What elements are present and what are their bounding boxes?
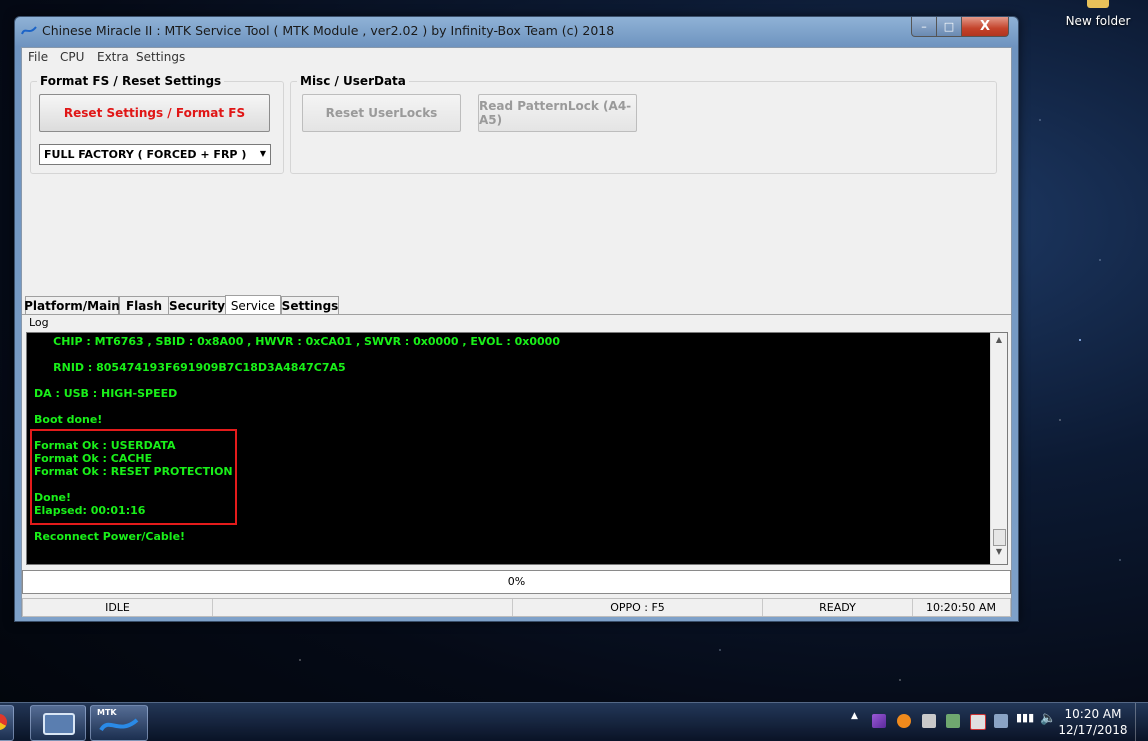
clock-date: 12/17/2018 — [1058, 723, 1128, 737]
status-empty — [213, 599, 513, 616]
maximize-button[interactable]: □ — [936, 17, 962, 37]
format-mode-value: FULL FACTORY ( FORCED + FRP ) — [44, 148, 247, 161]
log-scrollbar[interactable]: ▲ ▼ — [990, 333, 1007, 564]
log-line: CHIP : MT6763 , SBID : 0x8A00 , HWVR : 0… — [34, 335, 560, 348]
title-bar[interactable]: Chinese Miracle II : MTK Service Tool ( … — [15, 17, 1018, 47]
feather-tray-icon[interactable] — [872, 714, 886, 728]
menu-file[interactable]: File — [28, 50, 48, 64]
mtk-app-icon — [99, 718, 139, 732]
status-device: OPPO : F5 — [513, 599, 763, 616]
scroll-up-icon[interactable]: ▲ — [991, 335, 1007, 350]
scroll-down-icon[interactable]: ▼ — [991, 547, 1007, 562]
show-desktop-button[interactable] — [1135, 703, 1148, 741]
log-line: DA : USB : HIGH-SPEED — [34, 387, 178, 400]
highlight-box — [30, 429, 237, 525]
log-label: Log — [29, 316, 49, 329]
log-panel[interactable]: CHIP : MT6763 , SBID : 0x8A00 , HWVR : 0… — [26, 332, 1008, 565]
tab-security[interactable]: Security — [168, 296, 226, 314]
desktop-icon-label: New folder — [1065, 14, 1131, 28]
taskbar-clock[interactable]: 10:20 AM 12/17/2018 — [1058, 706, 1128, 738]
tab-settings[interactable]: Settings — [281, 296, 339, 314]
format-group-title: Format FS / Reset Settings — [37, 74, 225, 88]
mtk-taskbar-button[interactable]: MTK — [90, 705, 148, 741]
reset-format-button[interactable]: Reset Settings / Format FS — [39, 94, 270, 132]
close-button[interactable]: X — [961, 17, 1009, 37]
misc-group-title: Misc / UserData — [297, 74, 409, 88]
read-patternlock-button[interactable]: Read PatternLock (A4-A5) — [478, 94, 637, 132]
menu-bar: File CPU Extra Settings — [22, 48, 1011, 66]
taskbar: MTK ▲ ▮▮▮ 🔈 10:20 AM 12/17/2018 — [0, 702, 1148, 741]
status-bar: IDLE OPPO : F5 READY 10:20:50 AM — [22, 598, 1011, 617]
tools-tray-icon[interactable] — [922, 714, 936, 728]
minimize-button[interactable]: – — [911, 17, 937, 37]
tab-service[interactable]: Service — [225, 295, 281, 315]
chrome-taskbar-button[interactable] — [0, 705, 14, 741]
volume-icon[interactable]: 🔈 — [1040, 711, 1056, 726]
log-line: Boot done! — [34, 413, 103, 426]
network-signal-icon[interactable]: ▮▮▮ — [1016, 711, 1034, 724]
desktop-folder-icon[interactable]: New folder — [1060, 0, 1136, 28]
progress-label: 0% — [507, 575, 526, 588]
app-window: Chinese Miracle II : MTK Service Tool ( … — [14, 16, 1019, 622]
log-line: Reconnect Power/Cable! — [34, 530, 186, 543]
tray-expand-icon[interactable]: ▲ — [851, 711, 858, 721]
tab-platform-main[interactable]: Platform/Main — [24, 296, 120, 314]
menu-settings[interactable]: Settings — [136, 50, 185, 64]
usb-tray-icon[interactable] — [946, 714, 960, 728]
keyboard-icon — [43, 713, 75, 735]
tab-flash[interactable]: Flash — [119, 296, 169, 314]
tab-divider — [22, 314, 1011, 315]
misc-group: Misc / UserData Reset UserLocks Read Pat… — [290, 74, 997, 174]
scroll-thumb[interactable] — [993, 529, 1006, 546]
format-mode-select[interactable]: FULL FACTORY ( FORCED + FRP ) ▼ — [39, 144, 271, 165]
app-logo-icon — [21, 26, 37, 35]
window-title: Chinese Miracle II : MTK Service Tool ( … — [42, 23, 615, 38]
clock-time: 10:20 AM — [1064, 707, 1122, 721]
menu-extra[interactable]: Extra — [97, 50, 129, 64]
flag-tray-icon[interactable] — [970, 714, 986, 730]
folder-icon — [1087, 0, 1109, 8]
reset-userlocks-button[interactable]: Reset UserLocks — [302, 94, 461, 132]
status-state: IDLE — [23, 599, 213, 616]
status-time: 10:20:50 AM — [926, 601, 996, 614]
chevron-down-icon: ▼ — [259, 149, 266, 158]
menu-cpu[interactable]: CPU — [60, 50, 84, 64]
client-area: File CPU Extra Settings Format FS / Rese… — [21, 47, 1012, 617]
status-ready: READY — [763, 599, 913, 616]
format-group: Format FS / Reset Settings Reset Setting… — [30, 74, 284, 174]
avast-tray-icon[interactable] — [897, 714, 911, 728]
chrome-icon — [0, 714, 7, 730]
keyboard-taskbar-button[interactable] — [30, 705, 86, 741]
log-line: RNID : 805474193F691909B7C18D3A4847C7A5 — [34, 361, 346, 374]
monitor-tray-icon[interactable] — [994, 714, 1008, 728]
progress-bar: 0% — [22, 570, 1011, 594]
